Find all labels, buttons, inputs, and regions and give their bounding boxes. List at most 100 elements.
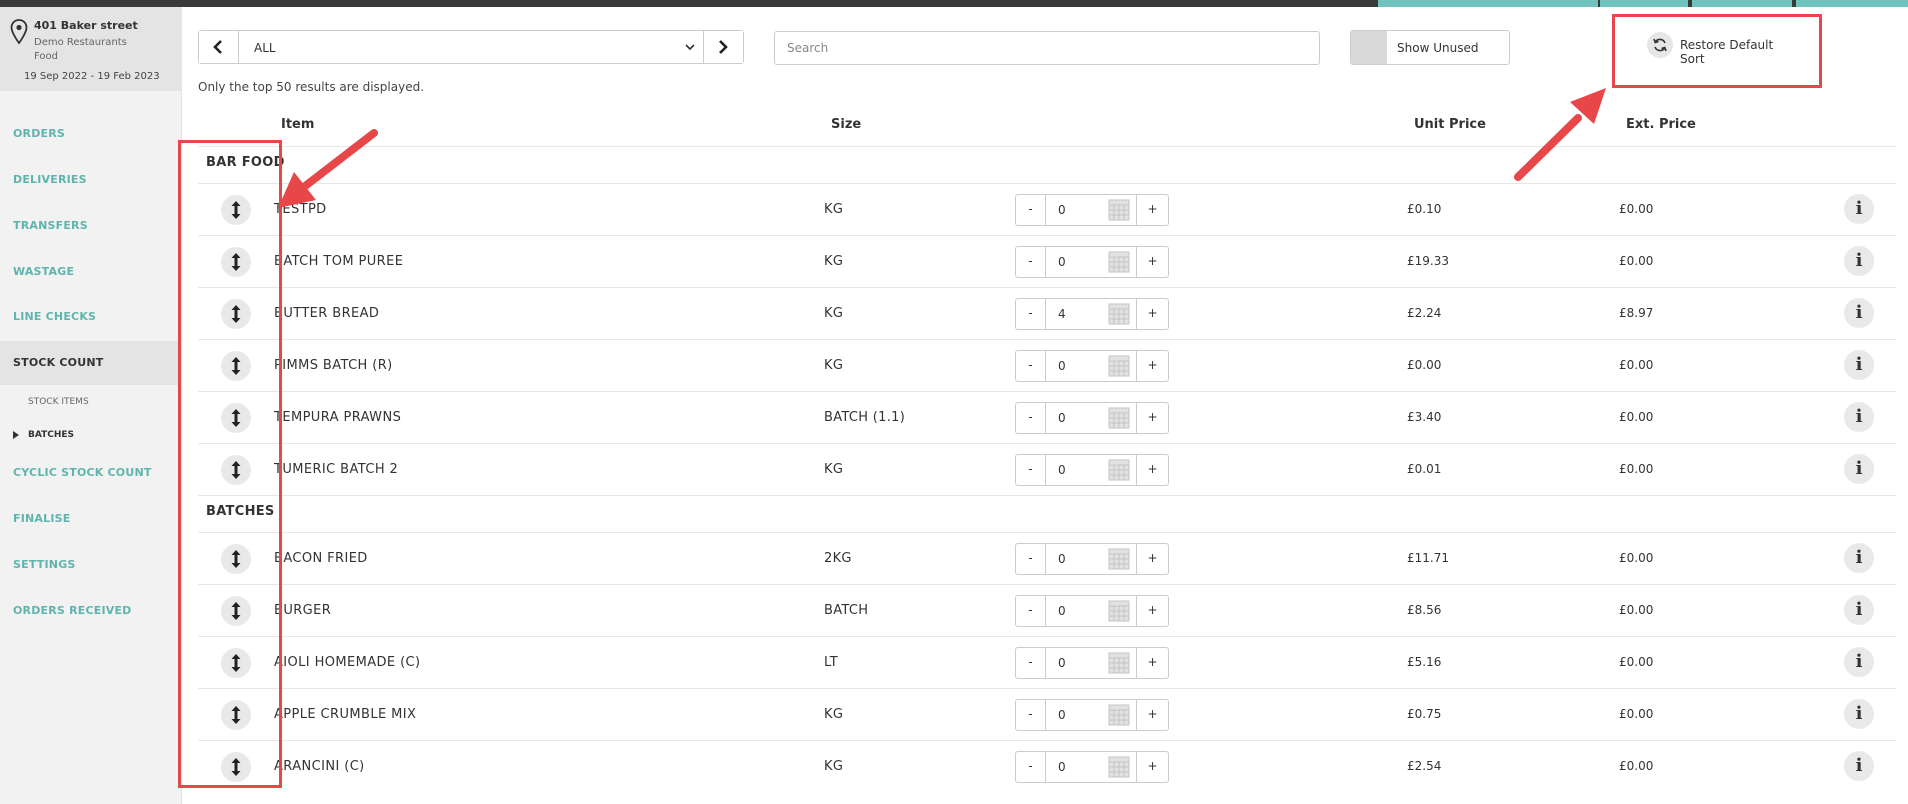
quantity-value[interactable]: 0: [1058, 359, 1066, 373]
annotation-arrow-left: [296, 129, 378, 194]
quantity-value[interactable]: 0: [1058, 604, 1066, 618]
column-header-ext-price: Ext. Price: [1626, 117, 1696, 132]
increment-button[interactable]: +: [1136, 648, 1168, 678]
quantity-stepper[interactable]: - 0 +: [1015, 350, 1169, 382]
calculator-icon[interactable]: [1108, 407, 1130, 429]
info-icon[interactable]: i: [1844, 751, 1874, 781]
calculator-icon[interactable]: [1108, 600, 1130, 622]
quantity-value[interactable]: 0: [1058, 552, 1066, 566]
increment-button[interactable]: +: [1136, 247, 1168, 277]
calculator-icon[interactable]: [1108, 199, 1130, 221]
increment-button[interactable]: +: [1136, 544, 1168, 574]
increment-button[interactable]: +: [1136, 299, 1168, 329]
unit-price: £0.10: [1407, 202, 1442, 216]
quantity-stepper[interactable]: - 0 +: [1015, 543, 1169, 575]
decrement-button[interactable]: -: [1016, 299, 1046, 329]
category-select[interactable]: ALL: [240, 31, 702, 63]
quantity-value[interactable]: 0: [1058, 760, 1066, 774]
quantity-value[interactable]: 0: [1058, 255, 1066, 269]
calculator-icon[interactable]: [1108, 251, 1130, 273]
nav-orders[interactable]: ORDERS: [0, 112, 182, 156]
info-icon[interactable]: i: [1844, 350, 1874, 380]
ext-price: £0.00: [1619, 254, 1654, 268]
decrement-button[interactable]: -: [1016, 648, 1046, 678]
quantity-value[interactable]: 0: [1058, 203, 1066, 217]
decrement-button[interactable]: -: [1016, 596, 1046, 626]
calculator-icon[interactable]: [1108, 548, 1130, 570]
quantity-value[interactable]: 0: [1058, 463, 1066, 477]
quantity-stepper[interactable]: - 0 +: [1015, 402, 1169, 434]
info-icon[interactable]: i: [1844, 647, 1874, 677]
calculator-icon[interactable]: [1108, 355, 1130, 377]
decrement-button[interactable]: -: [1016, 544, 1046, 574]
info-icon[interactable]: i: [1844, 402, 1874, 432]
category-pager: ALL: [198, 30, 744, 64]
decrement-button[interactable]: -: [1016, 455, 1046, 485]
decrement-button[interactable]: -: [1016, 752, 1046, 782]
show-unused-toggle[interactable]: Show Unused: [1350, 30, 1510, 65]
info-icon[interactable]: i: [1844, 454, 1874, 484]
increment-button[interactable]: +: [1136, 596, 1168, 626]
subnav-batches[interactable]: BATCHES: [0, 420, 182, 450]
increment-button[interactable]: +: [1136, 455, 1168, 485]
nav-orders-received[interactable]: ORDERS RECEIVED: [0, 589, 182, 633]
nav-wastage[interactable]: WASTAGE: [0, 250, 182, 294]
info-icon[interactable]: i: [1844, 246, 1874, 276]
quantity-stepper[interactable]: - 0 +: [1015, 194, 1169, 226]
nav-cyclic-stock-count[interactable]: CYCLIC STOCK COUNT: [0, 451, 182, 495]
quantity-stepper[interactable]: - 0 +: [1015, 699, 1169, 731]
decrement-button[interactable]: -: [1016, 247, 1046, 277]
quantity-value[interactable]: 0: [1058, 708, 1066, 722]
item-size: KG: [824, 759, 844, 774]
quantity-stepper[interactable]: - 0 +: [1015, 647, 1169, 679]
nav-stock-count[interactable]: STOCK COUNT: [0, 341, 182, 385]
prev-category-button[interactable]: [199, 31, 239, 63]
increment-button[interactable]: +: [1136, 700, 1168, 730]
decrement-button[interactable]: -: [1016, 700, 1046, 730]
top-tab-5[interactable]: [1796, 0, 1908, 7]
table-row: APPLE CRUMBLE MIX KG - 0 + £0.75 £0.00 i: [198, 688, 1896, 740]
top-tab-4[interactable]: [1692, 0, 1792, 7]
decrement-button[interactable]: -: [1016, 351, 1046, 381]
info-icon[interactable]: i: [1844, 194, 1874, 224]
calculator-icon[interactable]: [1108, 459, 1130, 481]
calculator-icon[interactable]: [1108, 303, 1130, 325]
decrement-button[interactable]: -: [1016, 403, 1046, 433]
increment-button[interactable]: +: [1136, 195, 1168, 225]
quantity-value[interactable]: 0: [1058, 656, 1066, 670]
calculator-icon[interactable]: [1108, 704, 1130, 726]
nav-line-checks[interactable]: LINE CHECKS: [0, 295, 182, 339]
increment-button[interactable]: +: [1136, 752, 1168, 782]
quantity-value[interactable]: 4: [1058, 307, 1066, 321]
calculator-icon[interactable]: [1108, 652, 1130, 674]
nav-settings[interactable]: SETTINGS: [0, 543, 182, 587]
quantity-stepper[interactable]: - 4 +: [1015, 298, 1169, 330]
subnav-stock-items[interactable]: STOCK ITEMS: [0, 387, 182, 417]
nav-finalise[interactable]: FINALISE: [0, 497, 182, 541]
info-icon[interactable]: i: [1844, 543, 1874, 573]
increment-button[interactable]: +: [1136, 403, 1168, 433]
search-input[interactable]: Search: [774, 31, 1320, 65]
table-row: BUTTER BREAD KG - 4 + £2.24 £8.97 i: [198, 287, 1896, 339]
nav-deliveries[interactable]: DELIVERIES: [0, 158, 182, 202]
nav-transfers[interactable]: TRANSFERS: [0, 204, 182, 248]
info-icon[interactable]: i: [1844, 298, 1874, 328]
info-icon[interactable]: i: [1844, 699, 1874, 729]
ext-price: £8.97: [1619, 306, 1654, 320]
chevron-right-icon: [719, 40, 728, 54]
quantity-stepper[interactable]: - 0 +: [1015, 454, 1169, 486]
location-panel[interactable]: 401 Baker street Demo Restaurants Food 1…: [0, 7, 182, 91]
calculator-icon[interactable]: [1108, 756, 1130, 778]
top-tab-3[interactable]: [1600, 0, 1688, 7]
quantity-stepper[interactable]: - 0 +: [1015, 595, 1169, 627]
ext-price: £0.00: [1619, 410, 1654, 424]
quantity-value[interactable]: 0: [1058, 411, 1066, 425]
increment-button[interactable]: +: [1136, 351, 1168, 381]
quantity-stepper[interactable]: - 0 +: [1015, 751, 1169, 783]
info-icon[interactable]: i: [1844, 595, 1874, 625]
next-category-button[interactable]: [703, 31, 743, 63]
item-name: TUMERIC BATCH 2: [274, 462, 399, 477]
quantity-stepper[interactable]: - 0 +: [1015, 246, 1169, 278]
decrement-button[interactable]: -: [1016, 195, 1046, 225]
top-tab-2[interactable]: [1506, 0, 1598, 7]
